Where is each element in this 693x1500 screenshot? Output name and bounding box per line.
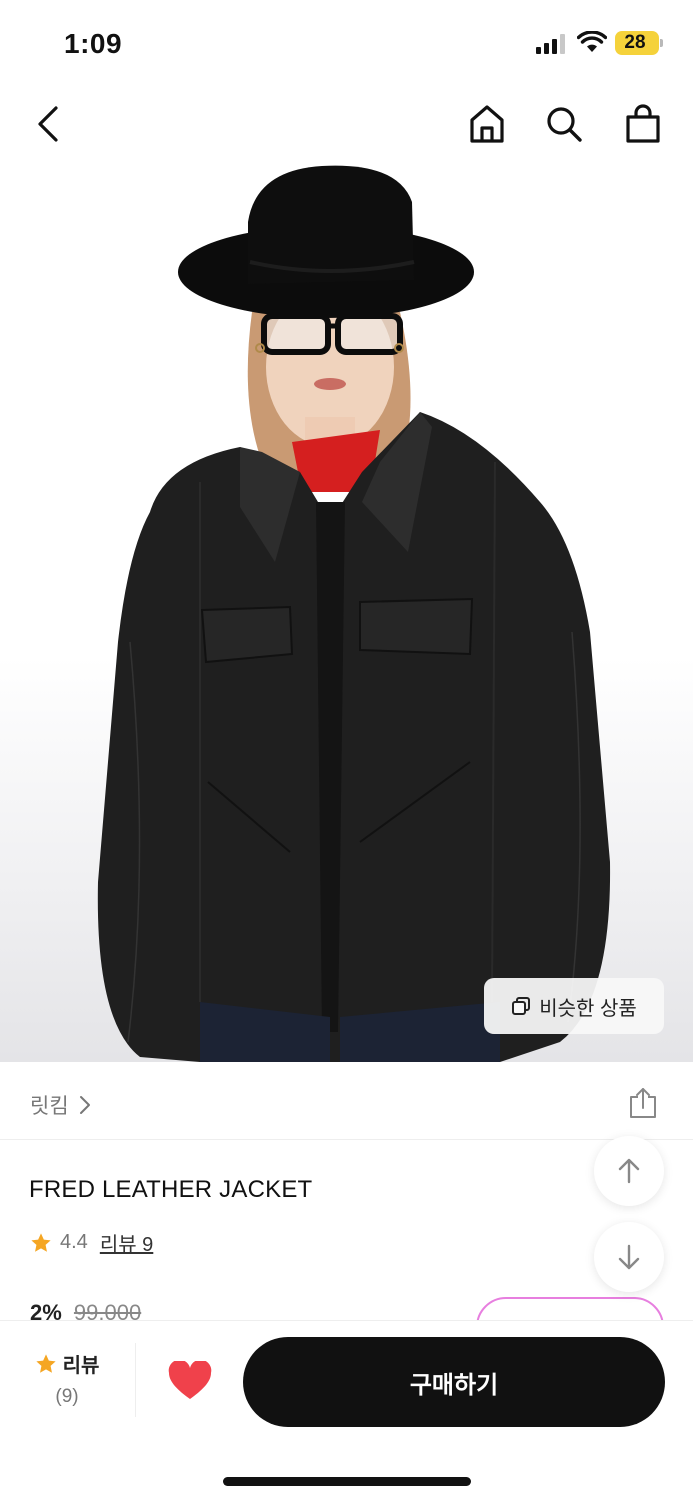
top-nav-bar	[0, 86, 693, 162]
rating-row: 4.4 리뷰 9	[30, 1228, 153, 1257]
bottom-review-button[interactable]: 리뷰 (9)	[28, 1349, 106, 1408]
star-icon	[35, 1353, 56, 1373]
star-icon	[31, 1232, 51, 1252]
status-time: 1:09	[64, 28, 123, 59]
bottom-review-count: (9)	[55, 1386, 79, 1407]
cart-button[interactable]	[621, 102, 665, 146]
cellular-signal-icon	[536, 34, 565, 54]
bottom-action-bar: 리뷰 (9) 구매하기	[0, 1320, 693, 1500]
scroll-up-button[interactable]	[594, 1136, 664, 1206]
search-button[interactable]	[542, 102, 586, 146]
arrow-up-icon	[618, 1158, 640, 1184]
scroll-down-button[interactable]	[594, 1222, 664, 1292]
shopping-bag-icon	[626, 104, 660, 143]
product-image[interactable]	[0, 162, 693, 1062]
brand-name: 릿킴	[30, 1095, 69, 1118]
heart-icon[interactable]	[168, 1361, 212, 1401]
battery-indicator: 28	[615, 31, 663, 55]
copy-icon	[512, 997, 531, 1015]
back-button[interactable]	[26, 102, 70, 146]
battery-level: 28	[624, 32, 646, 53]
brand-row: 릿킴	[0, 1062, 693, 1140]
review-link[interactable]: 리뷰 9	[100, 1228, 153, 1257]
product-title: FRED LEATHER JACKET	[29, 1176, 313, 1203]
bottom-review-label: 리뷰	[62, 1355, 100, 1377]
home-button[interactable]	[465, 102, 509, 146]
status-bar: 1:09 28	[0, 0, 693, 86]
buy-button[interactable]: 구매하기	[243, 1337, 665, 1427]
product-photo	[97, 165, 611, 1062]
home-icon	[470, 105, 504, 143]
battery-cap	[660, 39, 663, 47]
similar-products-label: 비슷한 상품	[539, 997, 637, 1020]
bottom-divider	[135, 1343, 136, 1417]
share-icon	[630, 1088, 656, 1118]
rating-value: 4.4	[60, 1231, 88, 1253]
chevron-right-icon	[79, 1096, 90, 1114]
share-button[interactable]	[624, 1084, 662, 1122]
search-icon	[547, 107, 582, 142]
wifi-icon	[577, 31, 607, 52]
arrow-down-icon	[618, 1244, 640, 1270]
brand-link[interactable]: 릿킴	[30, 1090, 91, 1120]
back-icon	[38, 106, 58, 142]
bottom-review-top: 리뷰	[28, 1349, 106, 1378]
similar-products-button[interactable]: 비슷한 상품	[484, 978, 664, 1034]
home-indicator	[223, 1477, 471, 1486]
